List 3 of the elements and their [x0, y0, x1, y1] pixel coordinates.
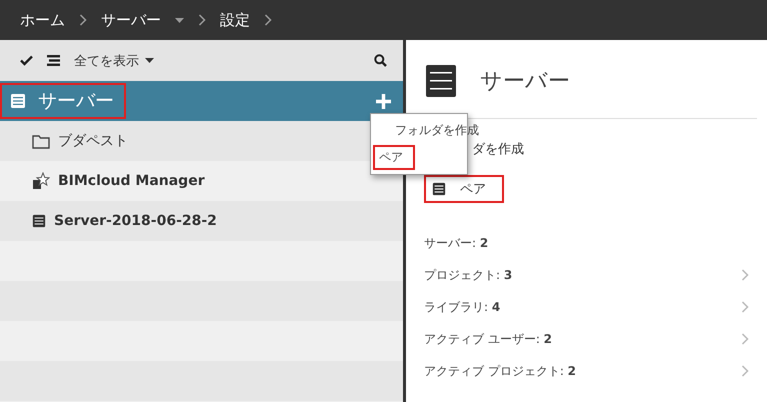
tree-header-title: サーバー: [38, 89, 114, 114]
stat-item: サーバー: 2: [424, 234, 490, 252]
detail-title: サーバー: [480, 68, 570, 96]
